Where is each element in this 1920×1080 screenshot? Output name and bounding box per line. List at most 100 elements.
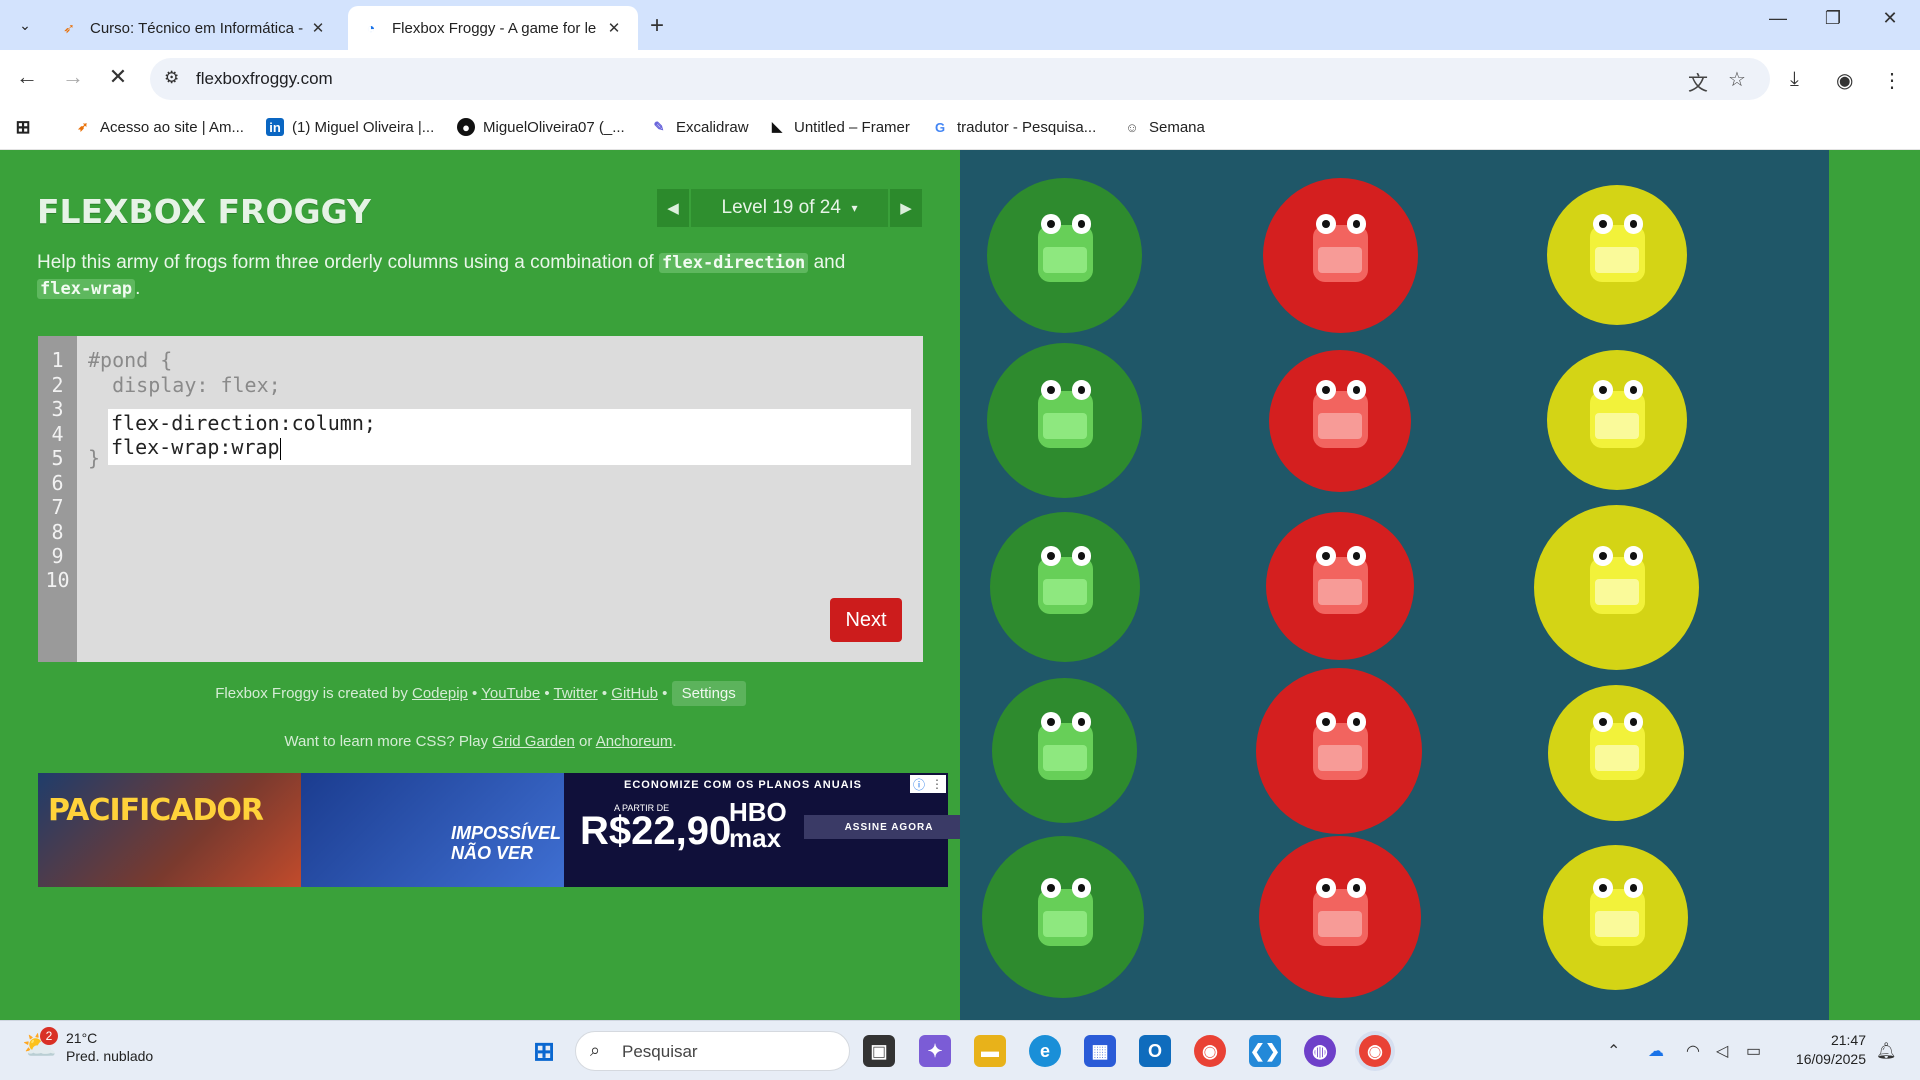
line-number-gutter: 1 2 3 4 5 6 7 8 9 10 (38, 336, 77, 662)
edge-icon[interactable]: e (1029, 1035, 1061, 1067)
anchoreum-link[interactable]: Anchoreum (596, 733, 673, 750)
green-frog (1010, 858, 1120, 968)
download-icon[interactable]: ⤓ (1790, 68, 1799, 91)
yellow-frog (1562, 692, 1672, 802)
battery-icon[interactable]: ▭ (1746, 1041, 1761, 1061)
restore-button[interactable]: ❐ (1813, 8, 1853, 29)
windows-start-icon[interactable]: ⊞ (528, 1035, 560, 1067)
microsoft-store-icon[interactable]: ▦ (1084, 1035, 1116, 1067)
close-icon[interactable]: ✕ (308, 19, 328, 37)
bookmark-star-icon[interactable]: ☆ (1728, 67, 1746, 92)
system-clock[interactable]: 21:47 16/09/2025 (1786, 1031, 1866, 1069)
code-line: display: flex; (88, 373, 281, 397)
notification-badge: 2 (40, 1027, 58, 1045)
onedrive-icon[interactable]: ☁ (1648, 1041, 1664, 1061)
bookmark-excalidraw[interactable]: ✎ Excalidraw (650, 118, 749, 136)
minimize-button[interactable]: — (1758, 8, 1798, 29)
vscode-icon[interactable]: ❮❯ (1249, 1035, 1281, 1067)
ad-info-icon[interactable]: ⓘ ⋮ (910, 775, 946, 793)
advertisement-banner[interactable]: PACIFICADOR IMPOSSÍVEL NÃO VER ECONOMIZE … (38, 773, 974, 887)
keyword-flex-wrap[interactable]: flex-wrap (37, 279, 136, 299)
back-button[interactable]: ← (12, 64, 42, 90)
task-view-icon[interactable]: ▣ (863, 1035, 895, 1067)
bookmark-github[interactable]: ● MiguelOliveira07 (_... (457, 118, 625, 136)
amazon-icon: ➶ (77, 119, 89, 134)
stop-loading-button[interactable]: ✕ (103, 64, 133, 90)
chevron-down-icon: ⌄ (19, 16, 31, 33)
github-link[interactable]: GitHub (611, 685, 658, 702)
green-frog (1010, 692, 1120, 802)
github-icon: ● (457, 118, 475, 136)
youtube-link[interactable]: YouTube (481, 685, 540, 702)
chevron-up-icon[interactable]: ⌃ (1607, 1041, 1620, 1061)
css-editor: 1 2 3 4 5 6 7 8 9 10 #pond { display: fl… (38, 336, 923, 662)
file-explorer-icon[interactable]: ▬ (974, 1035, 1006, 1067)
bookmark-amazon[interactable]: ➶ Acesso ao site | Am... (74, 118, 244, 136)
volume-icon[interactable]: ◁ (1716, 1041, 1728, 1061)
tab-title: Curso: Técnico em Informática - (90, 19, 304, 37)
next-level-button[interactable]: ▶ (890, 189, 922, 227)
tab-curso[interactable]: ➶ Curso: Técnico em Informática - ✕ (46, 6, 342, 50)
keyword-flex-direction[interactable]: flex-direction (659, 253, 809, 273)
bookmark-semana[interactable]: ☺ Semana (1123, 118, 1205, 136)
yellow-frog (1562, 194, 1672, 304)
bookmark-google[interactable]: Gtradutor - Pesquisa... (931, 118, 1096, 136)
twitter-link[interactable]: Twitter (554, 685, 598, 702)
address-bar[interactable]: ⚙ flexboxfroggy.com 文 ☆ (150, 58, 1770, 100)
text-caret (279, 437, 281, 460)
outlook-icon[interactable]: O (1139, 1035, 1171, 1067)
code-line: #pond { (88, 348, 173, 372)
window-close-button[interactable]: ✕ (1870, 8, 1910, 29)
red-frog (1285, 194, 1395, 304)
github-desktop-icon[interactable]: ◍ (1304, 1035, 1336, 1067)
red-frog (1285, 858, 1395, 968)
code-line: } (88, 446, 101, 470)
weather-widget[interactable]: ⛅ 2 21°C Pred. nublado (22, 1027, 153, 1065)
copilot-icon[interactable]: ✦ (919, 1035, 951, 1067)
site-info-icon[interactable]: ⚙ (164, 68, 179, 88)
taskbar-search[interactable]: ⌕ Pesquisar (575, 1031, 850, 1071)
chrome-active-icon[interactable]: ◉ (1359, 1035, 1391, 1067)
wifi-icon[interactable]: ◠ (1686, 1041, 1700, 1061)
bookmark-linkedin[interactable]: in (1) Miguel Oliveira |... (266, 118, 434, 136)
css-input-textarea[interactable]: flex-direction:column; flex-wrap:wrap (108, 409, 911, 465)
tab-flexbox-froggy[interactable]: ◔ Flexbox Froggy - A game for le ✕ (348, 6, 638, 50)
linkedin-icon: in (266, 118, 284, 136)
grid-garden-link[interactable]: Grid Garden (492, 733, 575, 750)
translate-icon[interactable]: 文 (1688, 67, 1708, 96)
ad-pacificador[interactable]: PACIFICADOR (38, 773, 301, 887)
apps-grid-icon[interactable]: ⊞ (14, 117, 40, 137)
notification-bell-icon[interactable]: 🔔︎ (1876, 1041, 1896, 1061)
ad-champions[interactable]: IMPOSSÍVEL NÃO VER (301, 773, 564, 887)
profile-icon[interactable]: ◉ (1836, 68, 1853, 93)
level-indicator[interactable]: Level 19 of 24 ▾ (691, 189, 888, 227)
ad-cta-button[interactable]: ASSINE AGORA (804, 815, 974, 839)
yellow-frog (1562, 858, 1672, 968)
settings-button[interactable]: Settings (671, 681, 746, 706)
input-line[interactable]: flex-direction:column; (111, 411, 376, 435)
framer-icon: ◣ (772, 119, 782, 134)
green-frog (1010, 194, 1120, 304)
forward-button[interactable]: → (58, 64, 88, 90)
arrow-left-icon: ◀ (667, 200, 679, 217)
bookmarks-bar: ⊞ ➶ Acesso ao site | Am... in (1) Miguel O… (0, 108, 1920, 150)
previous-level-button[interactable]: ◀ (657, 189, 689, 227)
alura-favicon-icon: ➶ (63, 19, 75, 36)
red-frog (1285, 692, 1395, 802)
google-icon: G (934, 119, 946, 135)
bookmark-framer[interactable]: ◣ Untitled – Framer (768, 118, 910, 136)
tab-title: Flexbox Froggy - A game for le (392, 19, 597, 37)
chrome-icon[interactable]: ◉ (1194, 1035, 1226, 1067)
codepip-link[interactable]: Codepip (412, 685, 468, 702)
url-text[interactable]: flexboxfroggy.com (196, 69, 333, 89)
ad-hbo-max[interactable]: ECONOMIZE COM OS PLANOS ANUAIS A PARTIR … (564, 773, 974, 887)
level-selector: ◀ Level 19 of 24 ▾ ▶ (657, 189, 922, 227)
next-button[interactable]: Next (830, 598, 902, 642)
close-icon[interactable]: ✕ (604, 19, 624, 37)
menu-kebab-icon[interactable]: ⋮ (1882, 68, 1902, 93)
new-tab-button[interactable]: + (650, 12, 664, 40)
tab-search-button[interactable]: ⌄ (12, 12, 38, 38)
red-frog (1285, 360, 1395, 470)
input-line[interactable]: flex-wrap:wrap (111, 435, 281, 460)
red-frog (1285, 526, 1395, 636)
